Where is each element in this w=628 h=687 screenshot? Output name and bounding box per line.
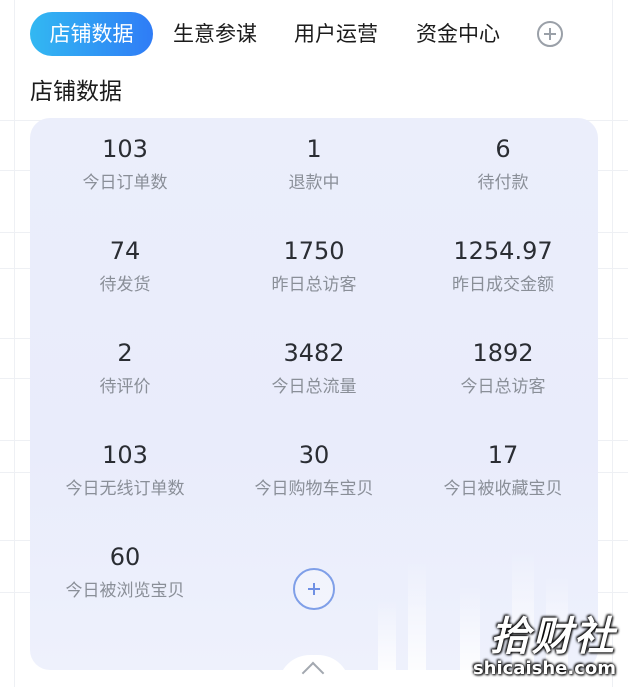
metric-cell[interactable]: 6 待付款: [408, 134, 598, 194]
metric-cell[interactable]: 30 今日购物车宝贝: [219, 440, 409, 500]
metric-label: 待付款: [477, 173, 529, 193]
metric-cell[interactable]: 74 待发货: [30, 236, 220, 296]
chevron-up-icon: [301, 661, 325, 685]
metric-cell[interactable]: 2 待评价: [30, 338, 220, 398]
metric-cell[interactable]: 1 退款中: [219, 134, 409, 194]
add-metric-button[interactable]: [293, 568, 335, 610]
metric-value: 30: [298, 441, 330, 469]
metric-cell[interactable]: 3482 今日总流量: [219, 338, 409, 398]
tab-user-operations[interactable]: 用户运营: [290, 12, 382, 56]
metric-value: 2: [117, 339, 133, 367]
plus-circle-icon[interactable]: [537, 21, 563, 47]
metric-value: 60: [109, 543, 141, 571]
metric-cell[interactable]: 103 今日无线订单数: [30, 440, 220, 500]
metric-label: 待发货: [99, 275, 151, 295]
watermark-cn: 拾财社: [490, 614, 616, 660]
metric-value: 17: [487, 441, 519, 469]
metric-value: 6: [495, 135, 511, 163]
metric-value: 1: [306, 135, 322, 163]
watermark-en: shicaishe.com: [472, 658, 616, 679]
watermark: 拾财社 shicaishe.com: [473, 615, 616, 679]
metric-label: 退款中: [288, 173, 340, 193]
metric-label: 今日总流量: [271, 377, 357, 397]
tab-store-data[interactable]: 店铺数据: [30, 12, 153, 56]
metric-cell[interactable]: 1750 昨日总访客: [219, 236, 409, 296]
metric-cell[interactable]: 60 今日被浏览宝贝: [30, 542, 220, 602]
metric-value: 3482: [283, 339, 345, 367]
metric-value: 74: [109, 237, 141, 265]
metric-cell[interactable]: 1254.97 昨日成交金额: [408, 236, 598, 296]
metric-cell[interactable]: 1892 今日总访客: [408, 338, 598, 398]
metric-label: 今日购物车宝贝: [254, 479, 374, 499]
metric-label: 昨日总访客: [271, 275, 357, 295]
metric-value: 103: [102, 135, 148, 163]
metric-label: 今日无线订单数: [65, 479, 185, 499]
metric-label: 今日总访客: [460, 377, 546, 397]
metric-value: 1750: [283, 237, 345, 265]
metric-value: 103: [102, 441, 148, 469]
metric-label: 今日被收藏宝贝: [443, 479, 563, 499]
metric-label: 待评价: [99, 377, 151, 397]
metric-value: 1254.97: [453, 237, 553, 265]
section-title: 店铺数据: [30, 79, 122, 105]
tab-funds-center[interactable]: 资金中心: [412, 12, 504, 56]
metric-label: 昨日成交金额: [452, 275, 554, 295]
metric-cell[interactable]: 103 今日订单数: [30, 134, 220, 194]
store-data-card: 103 今日订单数 1 退款中 6 待付款 74 待发货 1750 昨日总访客 …: [30, 118, 598, 670]
metric-value: 1892: [472, 339, 534, 367]
tab-business-advisor[interactable]: 生意参谋: [170, 12, 260, 56]
tab-bar: 店铺数据 生意参谋 用户运营 资金中心: [0, 12, 628, 58]
metric-cell[interactable]: 17 今日被收藏宝贝: [408, 440, 598, 500]
metric-label: 今日订单数: [82, 173, 168, 193]
metric-label: 今日被浏览宝贝: [65, 581, 185, 601]
